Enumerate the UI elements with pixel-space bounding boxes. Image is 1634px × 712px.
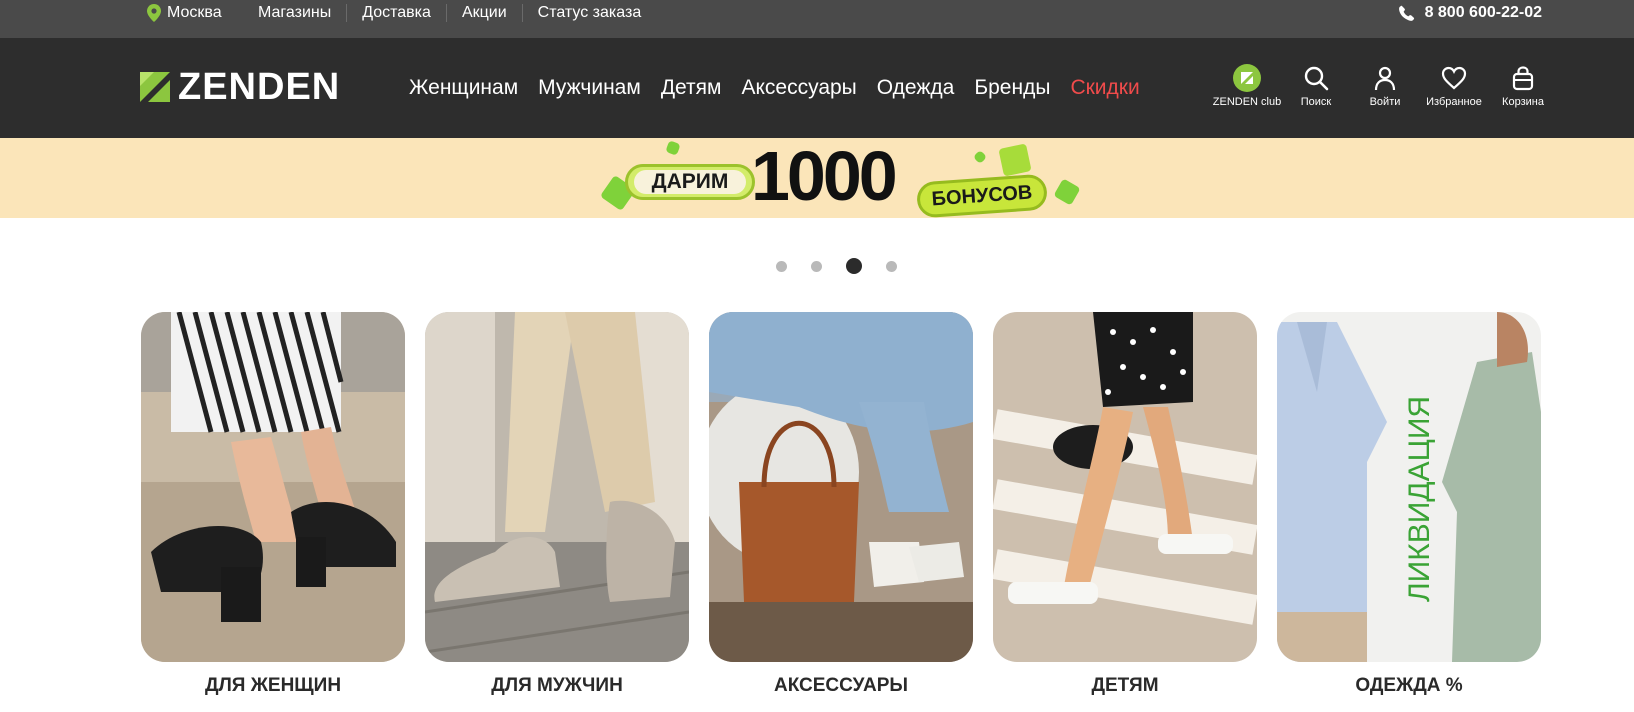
category-tile-men[interactable] <box>425 312 689 662</box>
category-label-accessories[interactable]: АКСЕССУАРЫ <box>709 675 973 697</box>
bag-icon <box>1512 66 1534 91</box>
search-icon <box>1304 66 1329 91</box>
nav-women[interactable]: Женщинам <box>409 76 518 100</box>
category-label-men[interactable]: ДЛЯ МУЖЧИН <box>425 675 689 697</box>
nav-clothing[interactable]: Одежда <box>877 76 955 100</box>
login-label: Войти <box>1369 96 1401 108</box>
category-tile-clothing-sale[interactable]: ЛИКВИДАЦИЯ <box>1277 312 1541 662</box>
kids-sandals-image <box>993 312 1257 662</box>
link-promotions[interactable]: Акции <box>447 4 522 22</box>
heart-icon <box>1441 66 1467 90</box>
zenden-logo-mark-icon <box>140 72 170 102</box>
gift-box-icon <box>998 143 1032 177</box>
city-selector[interactable]: Москва <box>147 0 222 26</box>
zenden-club-icon <box>1233 64 1261 92</box>
login-button[interactable]: Войти <box>1344 64 1426 108</box>
phone-icon <box>1398 5 1414 21</box>
pill-gift-label: ДАРИМ <box>625 164 755 200</box>
favorites-label: Избранное <box>1426 96 1482 108</box>
category-tile-accessories[interactable] <box>709 312 973 662</box>
bonus-promo: ДАРИМ 1000 БОНУСОВ <box>599 137 1085 219</box>
leaf-decoration-icon <box>1053 178 1081 206</box>
user-icon <box>1374 66 1396 91</box>
favorites-button[interactable]: Избранное <box>1426 64 1482 108</box>
phone-number: 8 800 600-22-02 <box>1424 4 1542 21</box>
location-pin-icon <box>147 4 161 22</box>
cart-label: Корзина <box>1502 96 1544 108</box>
search-label: Поиск <box>1300 96 1332 108</box>
men-shoes-image <box>425 312 689 662</box>
nav-men[interactable]: Мужчинам <box>538 76 641 100</box>
top-links: Магазины Доставка Акции Статус заказа <box>258 0 656 26</box>
city-label: Москва <box>167 4 222 21</box>
main-nav: Женщинам Мужчинам Детям Аксессуары Одежд… <box>409 38 1140 138</box>
carousel-dot[interactable] <box>886 260 897 272</box>
promo-banner[interactable]: ДАРИМ 1000 БОНУСОВ <box>0 137 1634 219</box>
link-stores[interactable]: Магазины <box>258 4 346 22</box>
category-tile-women[interactable] <box>141 312 405 662</box>
nav-brands[interactable]: Бренды <box>974 76 1050 100</box>
main-header: ZENDEN Женщинам Мужчинам Детям Аксессуар… <box>0 38 1634 138</box>
zenden-club-label: ZENDEN club <box>1212 96 1282 108</box>
pill-bonus-label: БОНУСОВ <box>915 173 1049 219</box>
gift-text: ДАРИМ <box>634 170 746 194</box>
women-shoes-image <box>141 312 405 662</box>
leaf-decoration-icon <box>665 140 681 156</box>
zenden-logo[interactable]: ZENDEN <box>140 68 340 106</box>
zenden-club-button[interactable]: ZENDEN club <box>1206 64 1288 108</box>
link-order-status[interactable]: Статус заказа <box>523 4 657 22</box>
carousel-dot[interactable] <box>811 260 822 272</box>
category-label-kids[interactable]: ДЕТЯМ <box>993 675 1257 697</box>
nav-sale[interactable]: Скидки <box>1070 76 1139 100</box>
link-delivery[interactable]: Доставка <box>347 4 446 22</box>
liquidation-text: ЛИКВИДАЦИЯ <box>1403 396 1436 602</box>
header-actions: ZENDEN club Поиск Войти Избранное Корзин… <box>1206 64 1564 108</box>
bonus-amount: 1000 <box>751 137 898 215</box>
category-tile-kids[interactable] <box>993 312 1257 662</box>
nav-kids[interactable]: Детям <box>661 76 722 100</box>
carousel-dots <box>776 258 897 274</box>
carousel-dot-active[interactable] <box>846 258 862 274</box>
accessories-bag-image <box>709 312 973 662</box>
carousel-dot[interactable] <box>776 260 787 272</box>
leaf-decoration-icon <box>972 149 988 165</box>
category-label-women[interactable]: ДЛЯ ЖЕНЩИН <box>141 675 405 697</box>
phone-link[interactable]: 8 800 600-22-02 <box>1398 0 1542 26</box>
category-label-clothing-sale[interactable]: ОДЕЖДА % <box>1277 675 1541 697</box>
nav-accessories[interactable]: Аксессуары <box>741 76 856 100</box>
clothing-sale-image: ЛИКВИДАЦИЯ <box>1277 312 1541 662</box>
logo-wordmark: ZENDEN <box>178 66 341 108</box>
search-button[interactable]: Поиск <box>1288 64 1344 108</box>
cart-button[interactable]: Корзина <box>1482 64 1564 108</box>
top-bar: Москва Магазины Доставка Акции Статус за… <box>0 0 1634 38</box>
